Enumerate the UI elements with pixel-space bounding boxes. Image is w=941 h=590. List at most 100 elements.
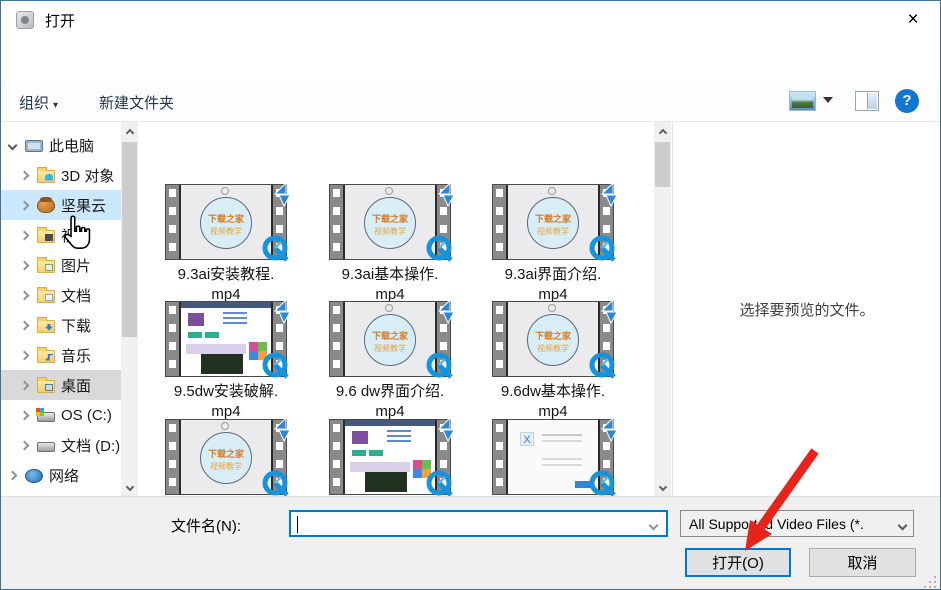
text-caret xyxy=(297,516,298,533)
view-mode-button[interactable] xyxy=(789,91,816,111)
chevron-right-icon[interactable] xyxy=(19,382,29,389)
folder-music-icon xyxy=(37,350,55,363)
sidebar-item-label: 下载 xyxy=(61,315,91,336)
sidebar-item-label: 文档 (D:) xyxy=(61,435,120,456)
dialog-content: 此电脑3D 对象坚果云视频图片文档下载音乐桌面OS (C:)文档 (D:)网络 … xyxy=(1,122,940,496)
sidebar-item-OS (C:)[interactable]: OS (C:) xyxy=(1,400,121,430)
file-list: 下载之家视频教学9.3ai安装教程.mp4下载之家视频教学9.3ai基本操作.m… xyxy=(138,122,654,496)
video-thumbnail: 下载之家视频教学 xyxy=(329,301,451,377)
quicktime-icon xyxy=(587,468,621,496)
video-thumbnail: 下载之家视频教学 xyxy=(165,184,287,260)
scrollbar-thumb[interactable] xyxy=(655,142,670,187)
computer-icon xyxy=(25,140,43,152)
sidebar-item-3D 对象[interactable]: 3D 对象 xyxy=(1,160,121,190)
chevron-right-icon[interactable] xyxy=(19,352,29,359)
app-icon xyxy=(16,11,34,29)
folder-doc-icon xyxy=(37,290,55,303)
new-folder-button[interactable]: 新建文件夹 xyxy=(99,92,174,113)
sidebar-item-网络[interactable]: 网络 xyxy=(1,460,121,490)
video-thumbnail: 下载之家视频教学 xyxy=(492,184,614,260)
chevron-right-icon[interactable] xyxy=(19,292,29,299)
filename-dropdown-icon[interactable] xyxy=(650,516,657,532)
chevron-right-icon[interactable] xyxy=(19,232,29,239)
file-item[interactable]: 9.5dw安装破解.mp4 xyxy=(151,301,301,422)
close-button[interactable]: × xyxy=(892,5,934,35)
file-item[interactable]: 下载之家视频教学 xyxy=(151,419,301,495)
sidebar-item-label: 视频 xyxy=(61,225,91,246)
file-item[interactable]: 下载之家视频教学9.6dw基本操作.mp4 xyxy=(478,301,628,422)
sidebar-item-此电脑[interactable]: 此电脑 xyxy=(1,130,121,160)
quicktime-icon xyxy=(260,350,294,384)
nutstore-icon xyxy=(37,198,55,213)
sidebar-item-label: OS (C:) xyxy=(61,407,112,424)
sidebar-item-label: 3D 对象 xyxy=(61,165,114,186)
chevron-right-icon[interactable] xyxy=(7,472,17,479)
filetype-dropdown-icon xyxy=(899,516,906,532)
scroll-down-icon[interactable] xyxy=(121,478,138,495)
scrollbar-thumb[interactable] xyxy=(122,142,137,337)
scroll-up-icon[interactable] xyxy=(121,123,138,140)
quicktime-icon xyxy=(587,233,621,267)
file-list-scrollbar[interactable] xyxy=(654,122,671,496)
chevron-right-icon[interactable] xyxy=(19,172,29,179)
sidebar-item-文档 (D:)[interactable]: 文档 (D:) xyxy=(1,430,121,460)
filename-label: 文件名(N): xyxy=(171,515,241,536)
file-item[interactable]: X xyxy=(478,419,628,495)
sidebar-item-label: 文档 xyxy=(61,285,91,306)
drive-icon xyxy=(37,442,55,452)
file-item[interactable]: 下载之家视频教学9.3ai安装教程.mp4 xyxy=(151,184,301,305)
filename-combobox[interactable] xyxy=(289,510,668,537)
cancel-button[interactable]: 取消 xyxy=(809,548,916,577)
sync-badge-icon xyxy=(262,298,292,332)
sidebar-scrollbar[interactable] xyxy=(121,122,138,496)
drive-os-icon xyxy=(37,412,55,422)
preview-pane: 选择要预览的文件。 xyxy=(672,122,940,496)
sidebar-item-图片[interactable]: 图片 xyxy=(1,250,121,280)
chevron-right-icon[interactable] xyxy=(19,442,29,449)
title-bar: 打开 × xyxy=(1,1,940,39)
preview-pane-button[interactable] xyxy=(855,91,879,111)
quicktime-icon xyxy=(424,468,458,496)
help-button[interactable]: ? xyxy=(895,89,919,113)
open-button[interactable]: 打开(O) xyxy=(685,548,791,577)
sidebar-item-label: 网络 xyxy=(49,465,79,486)
sidebar-item-坚果云[interactable]: 坚果云 xyxy=(1,190,121,220)
filename-input[interactable] xyxy=(291,512,650,535)
sidebar-item-下载[interactable]: 下载 xyxy=(1,310,121,340)
dialog-title: 打开 xyxy=(45,10,75,31)
filetype-select[interactable]: All Supported Video Files (*. xyxy=(680,510,914,537)
chevron-right-icon[interactable] xyxy=(19,202,29,209)
quicktime-icon xyxy=(424,233,458,267)
chevron-right-icon[interactable] xyxy=(19,412,29,419)
chevron-down-icon[interactable] xyxy=(7,142,17,149)
chevron-right-icon[interactable] xyxy=(19,262,29,269)
video-thumbnail xyxy=(329,419,451,495)
view-mode-caret-icon[interactable] xyxy=(823,97,833,103)
sidebar-item-文档[interactable]: 文档 xyxy=(1,280,121,310)
chevron-right-icon[interactable] xyxy=(19,322,29,329)
sync-badge-icon xyxy=(589,416,619,450)
organize-button[interactable]: 组织▾ xyxy=(19,92,58,113)
folder-3d-icon xyxy=(37,170,55,183)
quicktime-icon xyxy=(587,350,621,384)
sidebar-item-label: 坚果云 xyxy=(61,195,106,216)
file-item[interactable]: 下载之家视频教学9.3ai界面介绍.mp4 xyxy=(478,184,628,305)
file-item[interactable] xyxy=(315,419,465,495)
sync-badge-icon xyxy=(426,416,456,450)
scroll-down-icon[interactable] xyxy=(654,478,671,495)
resize-grip[interactable] xyxy=(924,576,936,588)
file-item[interactable]: 下载之家视频教学9.3ai基本操作.mp4 xyxy=(315,184,465,305)
quicktime-icon xyxy=(424,350,458,384)
sidebar-item-视频[interactable]: 视频 xyxy=(1,220,121,250)
sidebar-item-label: 音乐 xyxy=(61,345,91,366)
dialog-footer: 文件名(N): All Supported Video Files (*. 打开… xyxy=(1,496,940,590)
sync-badge-icon xyxy=(426,298,456,332)
scroll-up-icon[interactable] xyxy=(654,123,671,140)
sidebar-item-音乐[interactable]: 音乐 xyxy=(1,340,121,370)
file-item[interactable]: 下载之家视频教学9.6 dw界面介绍.mp4 xyxy=(315,301,465,422)
command-bar: 组织▾ 新建文件夹 ? xyxy=(1,81,940,122)
sidebar-item-桌面[interactable]: 桌面 xyxy=(1,370,121,400)
video-thumbnail: X xyxy=(492,419,614,495)
folder-picture-icon xyxy=(37,260,55,273)
navigation-bar: ← → ↑ ›此电脑›桌面›PR剪辑›视频›二次修改›12 搜索"12" xyxy=(1,39,940,81)
